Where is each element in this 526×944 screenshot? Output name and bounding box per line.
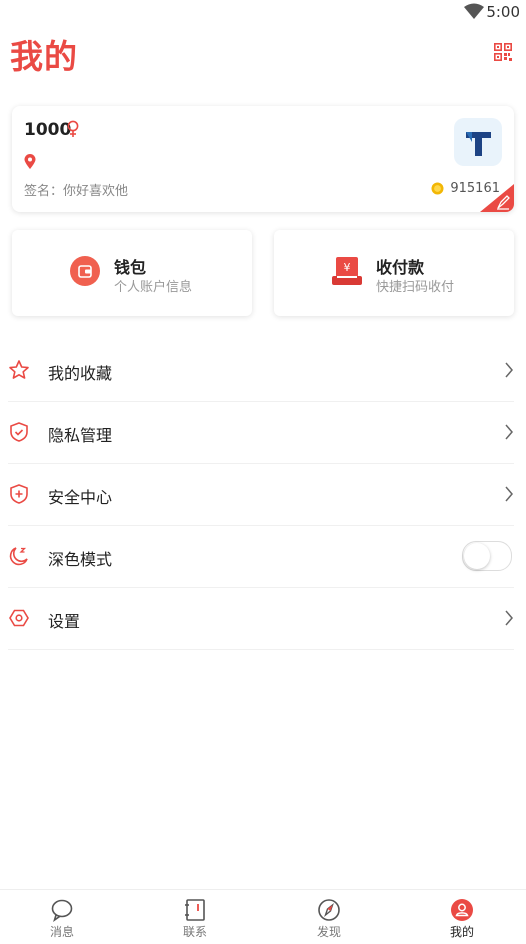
payment-title: 收付款 [376,258,425,277]
tab-label: 发现 [316,925,341,939]
page-title: 我的 [10,37,78,76]
chevron-right-icon [505,424,513,440]
location-icon [24,154,36,169]
menu-item-settings[interactable]: 设置 [8,588,514,650]
chat-bubble-icon [51,899,73,922]
status-time: 5:00 [486,3,520,21]
coin-icon [431,182,444,195]
bottom-tab-bar: 消息 联系 发现 我的 [0,889,526,944]
menu-item-dark-mode: 深色模式 [8,526,514,588]
svg-text:¥: ¥ [344,261,351,274]
chevron-right-icon [505,610,513,626]
wallet-title: 钱包 [114,258,147,277]
menu-item-security[interactable]: 安全中心 [8,464,514,526]
avatar-logo-icon [466,132,491,156]
tab-label: 联系 [182,925,207,939]
profile-active-icon [451,899,473,921]
tab-contacts[interactable]: 联系 [160,898,230,940]
tab-messages[interactable]: 消息 [27,898,97,940]
shield-check-icon [10,422,28,442]
profile-signature: 签名：你好喜欢他 [24,184,129,199]
menu-label: 深色模式 [48,550,113,569]
chevron-right-icon [505,486,513,502]
settings-icon [9,609,29,627]
contacts-book-icon [185,899,205,921]
dark-mode-toggle[interactable] [462,541,512,571]
edit-profile-icon[interactable] [480,184,514,212]
moon-icon [9,547,28,566]
tab-label: 消息 [49,925,74,939]
female-icon [67,120,79,137]
wifi-icon [464,3,484,19]
shield-plus-icon [10,484,28,504]
wallet-card[interactable]: 钱包 个人账户信息 [12,230,252,316]
compass-icon [318,899,340,921]
chevron-right-icon [505,362,513,378]
tab-label: 我的 [449,925,474,939]
profile-name: 1000 [24,120,72,140]
toggle-knob [464,543,490,569]
avatar[interactable] [454,118,502,166]
payment-card[interactable]: ¥ 收付款 快捷扫码收付 [274,230,514,316]
menu-item-favorites[interactable]: 我的收藏 [8,340,514,402]
star-icon [9,360,29,379]
tab-me[interactable]: 我的 [427,898,497,940]
menu-label: 隐私管理 [48,426,113,445]
menu-item-privacy[interactable]: 隐私管理 [8,402,514,464]
tab-discover[interactable]: 发现 [294,898,364,940]
qr-code-icon[interactable] [494,43,512,61]
menu-label: 我的收藏 [48,364,113,383]
menu-label: 安全中心 [48,488,113,507]
menu-label: 设置 [48,612,81,631]
wallet-icon [70,256,100,286]
payment-icon: ¥ [332,257,362,285]
payment-subtitle: 快捷扫码收付 [376,280,455,295]
status-bar: 5:00 [0,0,526,24]
profile-card[interactable]: 1000 签名：你好喜欢他 915161 [12,106,514,212]
wallet-subtitle: 个人账户信息 [114,280,193,295]
settings-menu: 我的收藏 隐私管理 安全中心 深色模式 设置 [0,340,526,650]
